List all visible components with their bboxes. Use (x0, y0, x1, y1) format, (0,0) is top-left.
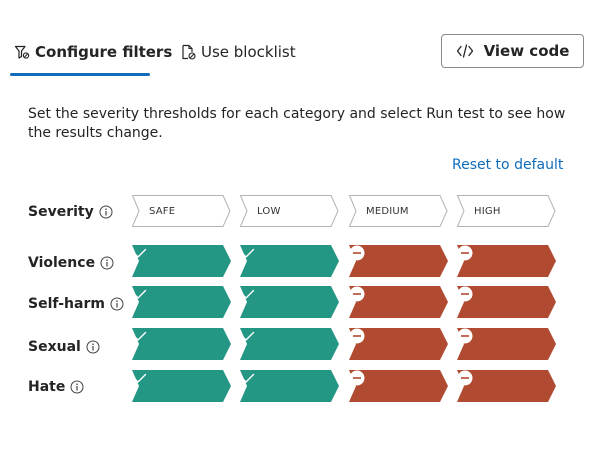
threshold-cell-violence-high[interactable] (457, 245, 556, 277)
info-icon[interactable] (86, 340, 100, 354)
severity-level-low: LOW (240, 195, 339, 227)
threshold-cell-hate-safe[interactable] (132, 370, 231, 402)
severity-level-medium: MEDIUM (349, 195, 448, 227)
severity-level-text: SAFE (149, 205, 176, 217)
check-icon (133, 248, 147, 258)
blocklist-icon (182, 44, 196, 60)
view-code-button[interactable]: View code (441, 34, 584, 68)
check-icon (133, 373, 147, 383)
code-icon (456, 44, 473, 58)
chevron-outline (132, 195, 231, 227)
threshold-cell-sexual-safe[interactable] (132, 328, 231, 360)
threshold-cell-sexual-high[interactable] (457, 328, 556, 360)
check-icon (133, 289, 147, 299)
block-icon (349, 286, 365, 302)
chevron-outline (240, 195, 339, 227)
threshold-cell-hate-medium[interactable] (349, 370, 448, 402)
block-icon (457, 245, 473, 261)
info-icon[interactable] (100, 256, 114, 270)
category-label-self-harm: Self-harm (28, 294, 124, 314)
check-icon (241, 248, 255, 258)
block-icon (457, 328, 473, 344)
severity-level-text: HIGH (474, 205, 501, 217)
reset-to-default-link[interactable]: Reset to default (452, 157, 563, 173)
severity-level-high: HIGH (457, 195, 556, 227)
content-filter-panel: Configure filters Use blocklist View cod… (0, 0, 609, 469)
severity-level-text: LOW (257, 205, 281, 217)
block-icon (457, 370, 473, 386)
severity-level-text: MEDIUM (366, 205, 409, 217)
info-icon[interactable] (70, 380, 84, 394)
severity-label: Severity (28, 202, 113, 222)
threshold-cell-hate-low[interactable] (240, 370, 339, 402)
check-icon (133, 331, 147, 341)
tab-configure-filters-label: Configure filters (35, 43, 173, 61)
filter-icon (14, 45, 30, 59)
threshold-cell-sexual-low[interactable] (240, 328, 339, 360)
block-icon (349, 370, 365, 386)
threshold-cell-violence-low[interactable] (240, 245, 339, 277)
check-icon (241, 373, 255, 383)
chevron-outline (457, 195, 556, 227)
category-label-hate: Hate (28, 377, 84, 397)
category-label-text: Self-harm (28, 296, 105, 312)
category-label-sexual: Sexual (28, 337, 100, 357)
category-label-text: Violence (28, 255, 96, 271)
check-icon (241, 289, 255, 299)
tab-use-blocklist[interactable]: Use blocklist (180, 41, 296, 63)
category-label-text: Sexual (28, 339, 81, 355)
threshold-cell-sexual-medium[interactable] (349, 328, 448, 360)
threshold-cell-violence-medium[interactable] (349, 245, 448, 277)
tab-use-blocklist-label: Use blocklist (201, 43, 296, 61)
block-icon (349, 245, 365, 261)
threshold-cell-self-harm-high[interactable] (457, 286, 556, 318)
severity-level-safe: SAFE (132, 195, 231, 227)
threshold-cell-self-harm-low[interactable] (240, 286, 339, 318)
info-icon[interactable] (110, 297, 124, 311)
view-code-label: View code (483, 42, 570, 60)
threshold-cell-violence-safe[interactable] (132, 245, 231, 277)
tab-configure-filters[interactable]: Configure filters (14, 41, 172, 63)
block-icon (457, 286, 473, 302)
info-icon[interactable] (99, 205, 113, 219)
check-icon (241, 331, 255, 341)
threshold-cell-hate-high[interactable] (457, 370, 556, 402)
description-text: Set the severity thresholds for each cat… (28, 106, 566, 141)
threshold-cell-self-harm-safe[interactable] (132, 286, 231, 318)
category-label-violence: Violence (28, 253, 114, 273)
block-icon (349, 328, 365, 344)
category-label-text: Hate (28, 379, 66, 395)
severity-label-text: Severity (28, 204, 94, 220)
active-tab-indicator (10, 73, 150, 76)
threshold-cell-self-harm-medium[interactable] (349, 286, 448, 318)
